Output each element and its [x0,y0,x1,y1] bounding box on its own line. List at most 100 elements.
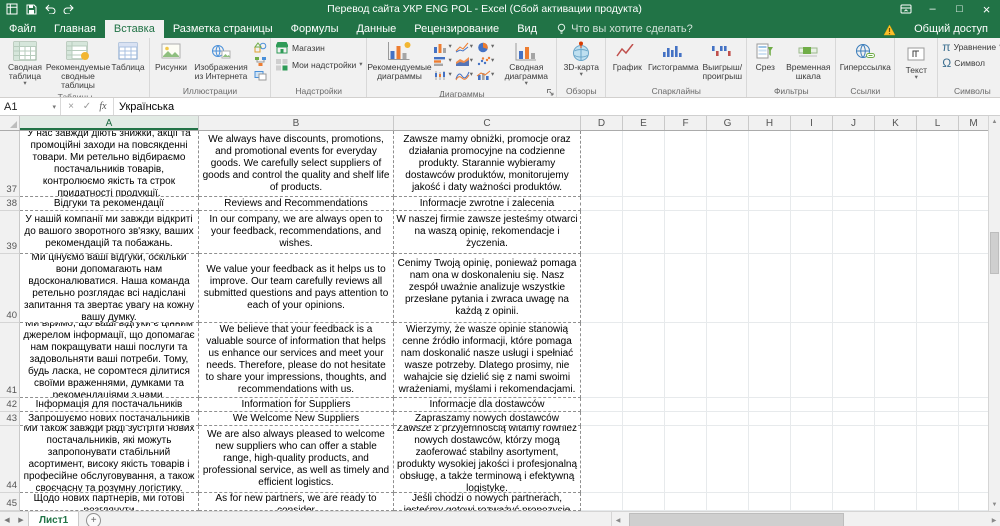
empty-cell[interactable] [959,398,988,412]
insert-function-button[interactable]: fx [95,101,111,112]
empty-cell[interactable] [959,197,988,211]
empty-cell[interactable] [749,426,791,493]
empty-cell[interactable] [749,398,791,412]
share-button[interactable]: Общий доступ [902,20,1000,38]
empty-cell[interactable] [623,211,665,254]
confirm-entry-button[interactable]: ✓ [79,101,95,112]
column-header[interactable]: B [199,116,394,130]
empty-cell[interactable] [833,131,875,197]
row-header[interactable]: 41 [0,323,20,398]
undo-button[interactable] [42,2,58,16]
row-header[interactable]: 43 [0,412,20,426]
tab-formulas[interactable]: Формулы [282,20,348,38]
row-header[interactable]: 37 [0,131,20,197]
empty-cell[interactable] [623,493,665,511]
vertical-scroll-track[interactable] [989,128,1000,499]
tab-file[interactable]: Файл [0,20,45,38]
smartart-icon[interactable] [252,55,268,67]
empty-cell[interactable] [749,197,791,211]
empty-cell[interactable] [875,211,917,254]
pie-chart-button[interactable]: ▾ [475,40,495,54]
empty-cell[interactable] [623,398,665,412]
sparkline-winloss-button[interactable]: Выигрыш/проигрыш [699,39,745,82]
column-header[interactable]: C [394,116,581,130]
empty-cell[interactable] [665,398,707,412]
cell-col-c[interactable]: Cenimy Twoją opinię, ponieważ pomaga nam… [394,254,581,323]
empty-cell[interactable] [707,493,749,511]
empty-cell[interactable] [791,254,833,323]
empty-cell[interactable] [917,131,959,197]
empty-cell[interactable] [875,426,917,493]
empty-cell[interactable] [581,493,623,511]
scroll-up-icon[interactable]: ▲ [989,116,1000,128]
cell-col-a[interactable]: Щодо нових партнерів, ми готові розгляну… [20,493,199,511]
save-button[interactable] [23,2,39,16]
empty-cell[interactable] [917,254,959,323]
activation-warning-icon[interactable] [877,24,902,38]
empty-cell[interactable] [959,426,988,493]
select-all-button[interactable] [0,116,20,130]
empty-cell[interactable] [749,323,791,398]
cell-col-a[interactable]: Ми також завжди раді зустріти нових пост… [20,426,199,493]
horizontal-scrollbar[interactable]: ◀ ▶ [611,512,1000,526]
empty-cell[interactable] [581,254,623,323]
empty-cell[interactable] [707,131,749,197]
stock-chart-button[interactable]: ▾ [432,68,452,82]
sheet-tab[interactable]: Лист1 [28,512,80,526]
empty-cell[interactable] [581,323,623,398]
vertical-scroll-thumb[interactable] [990,232,999,274]
empty-cell[interactable] [665,412,707,426]
scroll-down-icon[interactable]: ▼ [989,499,1000,511]
row-header[interactable]: 39 [0,211,20,254]
empty-cell[interactable] [791,323,833,398]
empty-cell[interactable] [917,412,959,426]
empty-cell[interactable] [833,254,875,323]
text-button[interactable]: Текст ▾ [896,39,936,82]
empty-cell[interactable] [623,426,665,493]
empty-cell[interactable] [833,211,875,254]
store-button[interactable]: Магазин [272,39,328,56]
empty-cell[interactable] [833,197,875,211]
scatter-chart-button[interactable]: ▾ [475,54,495,68]
empty-cell[interactable] [665,426,707,493]
empty-cell[interactable] [665,493,707,511]
empty-cell[interactable] [749,493,791,511]
dialog-launcher-icon[interactable] [547,89,554,96]
cell-col-b[interactable]: We value your feedback as it helps us to… [199,254,394,323]
empty-cell[interactable] [791,211,833,254]
tab-review[interactable]: Рецензирование [405,20,508,38]
excel-app-icon[interactable] [4,2,20,16]
empty-cell[interactable] [665,131,707,197]
row-header[interactable]: 45 [0,493,20,511]
empty-cell[interactable] [791,398,833,412]
formula-input[interactable]: Українська [114,98,1000,115]
line-chart-button[interactable]: ▾ [454,40,474,54]
empty-cell[interactable] [791,131,833,197]
empty-cell[interactable] [833,398,875,412]
row-header[interactable]: 44 [0,426,20,493]
horizontal-scroll-thumb[interactable] [629,513,844,526]
column-header[interactable]: H [749,116,791,130]
vertical-scrollbar[interactable]: ▲ ▼ [988,116,1000,511]
cell-col-a[interactable]: У нас завжди діють знижки, акції та пром… [20,131,199,197]
empty-cell[interactable] [833,412,875,426]
column-header[interactable]: J [833,116,875,130]
bar-chart-button[interactable]: ▾ [432,54,452,68]
hyperlink-button[interactable]: Гиперссылка [837,39,893,73]
combo-chart-button[interactable]: ▾ [475,68,495,82]
column-header[interactable]: G [707,116,749,130]
empty-cell[interactable] [749,131,791,197]
empty-cell[interactable] [665,211,707,254]
empty-cell[interactable] [917,426,959,493]
empty-cell[interactable] [875,254,917,323]
empty-cell[interactable] [581,412,623,426]
my-addins-button[interactable]: Мои надстройки ▾ [272,56,365,73]
empty-cell[interactable] [623,131,665,197]
cell-col-b[interactable]: As for new partners, we are ready to con… [199,493,394,511]
screenshot-icon[interactable] [252,69,268,81]
symbol-button[interactable]: Ω Символ [939,55,988,71]
empty-cell[interactable] [665,323,707,398]
empty-cell[interactable] [791,426,833,493]
empty-cell[interactable] [791,412,833,426]
empty-cell[interactable] [749,412,791,426]
